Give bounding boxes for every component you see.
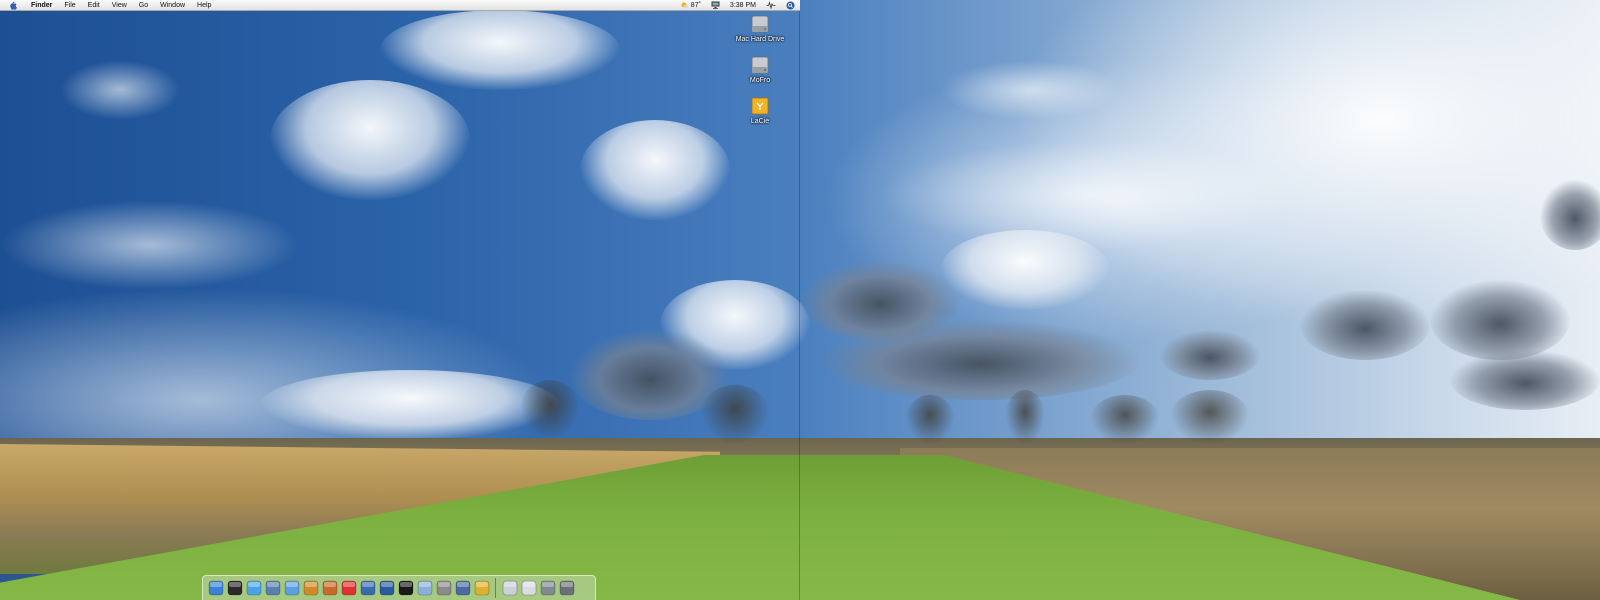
mail-icon[interactable] xyxy=(501,580,518,597)
menu-extras: 87˚ 3:38 PM xyxy=(675,0,800,11)
hard-drive-icon xyxy=(749,14,771,34)
tree xyxy=(700,385,770,445)
desktop-icon-mofro[interactable]: MoFro xyxy=(730,55,790,84)
itunes-icon[interactable] xyxy=(283,580,300,597)
activity-menu-item[interactable] xyxy=(761,1,781,9)
cloud xyxy=(940,60,1120,120)
menu-finder[interactable]: Finder xyxy=(25,0,58,11)
safari-icon[interactable] xyxy=(245,580,262,597)
tree xyxy=(905,395,955,445)
dashboard-icon[interactable] xyxy=(226,580,243,597)
display-icon xyxy=(711,1,720,9)
desktop-icon-label: Mac Hard Drive xyxy=(735,36,785,43)
tree xyxy=(1005,390,1045,445)
dock xyxy=(202,575,596,600)
cloud xyxy=(580,120,730,220)
desktop-wallpaper xyxy=(0,0,1600,600)
display-divider xyxy=(799,0,800,600)
script-editor-icon[interactable] xyxy=(454,580,471,597)
display-menu-item[interactable] xyxy=(706,1,725,9)
weather-temperature: 87˚ xyxy=(690,1,701,9)
menu-go[interactable]: Go xyxy=(133,0,154,11)
cloud xyxy=(880,140,1300,250)
address-book-icon[interactable] xyxy=(359,580,376,597)
textedit-icon[interactable] xyxy=(416,580,433,597)
trash-icon[interactable] xyxy=(558,580,575,597)
cloud xyxy=(1430,280,1570,360)
apple-menu-icon[interactable] xyxy=(9,1,17,10)
dock-apps xyxy=(206,580,491,597)
clock-menu-item[interactable]: 3:38 PM xyxy=(725,0,761,11)
spotlight-icon xyxy=(786,1,795,10)
menu-view[interactable]: View xyxy=(106,0,133,11)
dock-separator xyxy=(495,578,496,598)
ical-icon[interactable] xyxy=(340,580,357,597)
finder-icon[interactable] xyxy=(207,580,224,597)
preview-icon[interactable] xyxy=(264,580,281,597)
menu-window[interactable]: Window xyxy=(154,0,191,11)
desktop-icon-label: MoFro xyxy=(749,77,771,84)
terminal-icon[interactable] xyxy=(397,580,414,597)
weather-sun-icon xyxy=(680,1,689,9)
cloud xyxy=(1450,350,1600,410)
folder-icon[interactable] xyxy=(520,580,537,597)
cloud xyxy=(940,230,1110,310)
menu-edit[interactable]: Edit xyxy=(82,0,106,11)
cloud xyxy=(0,200,300,290)
iphoto-icon[interactable] xyxy=(302,580,319,597)
garageband-icon[interactable] xyxy=(321,580,338,597)
desktop-icon-lacie[interactable]: LaCie xyxy=(730,96,790,125)
activity-icon xyxy=(766,1,776,9)
photoshop-icon[interactable] xyxy=(473,580,490,597)
cloud xyxy=(260,370,560,440)
automator-icon[interactable] xyxy=(378,580,395,597)
menu-bar: Finder File Edit View Go Window Help 87˚… xyxy=(0,0,800,11)
cloud xyxy=(1160,330,1260,380)
external-drive-icon xyxy=(749,96,771,116)
photo-stack-icon[interactable] xyxy=(539,580,556,597)
desktop-icon-mac-hard-drive[interactable]: Mac Hard Drive xyxy=(730,14,790,43)
cloud xyxy=(380,10,620,90)
weather-menu-item[interactable]: 87˚ xyxy=(675,0,706,11)
tree xyxy=(520,380,580,440)
menu-file[interactable]: File xyxy=(58,0,81,11)
clock-time: 3:38 PM xyxy=(729,1,756,9)
dock-documents xyxy=(500,580,576,597)
tree xyxy=(1090,395,1160,445)
desktop-icon-label: LaCie xyxy=(750,118,770,125)
cloud xyxy=(60,60,180,120)
hard-drive-icon xyxy=(749,55,771,75)
spotlight-menu-item[interactable] xyxy=(781,1,800,10)
tree xyxy=(1170,390,1250,445)
menu-help[interactable]: Help xyxy=(191,0,217,11)
system-preferences-icon[interactable] xyxy=(435,580,452,597)
cloud xyxy=(1300,290,1430,360)
cloud xyxy=(820,320,1140,400)
cloud xyxy=(270,80,470,200)
